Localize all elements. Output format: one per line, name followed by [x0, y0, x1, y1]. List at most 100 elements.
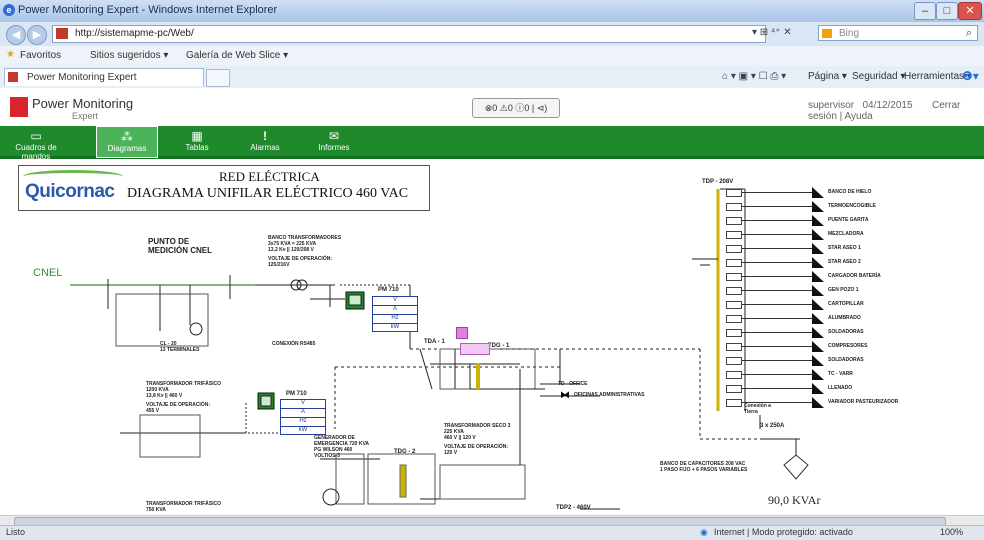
help-icon[interactable]: ❷▾	[962, 69, 979, 83]
nav-diagrams[interactable]: ⁂ Diagramas	[96, 126, 158, 158]
breaker-icon	[726, 287, 742, 295]
zoom-level[interactable]: 100%	[940, 527, 963, 537]
load-label: ALUMBRADO	[828, 315, 861, 321]
load-row[interactable]: CARGADOR BATERÍA	[722, 271, 922, 283]
ie-logo-icon: e	[3, 4, 15, 16]
tda-label: TDA - 1	[424, 339, 445, 345]
load-symbol-icon	[812, 187, 824, 198]
breaker-icon	[726, 385, 742, 393]
bing-icon	[822, 29, 832, 38]
load-row[interactable]: SOLDADORAS	[722, 355, 922, 367]
load-row[interactable]: ALUMBRADO	[722, 313, 922, 325]
search-input[interactable]: Bing	[818, 25, 978, 41]
feeder-line	[742, 248, 812, 249]
kvar-label: 90,0 KVAr	[768, 493, 821, 507]
meter-pink-box[interactable]	[460, 343, 490, 355]
generador-label: GENERADOR DE EMERGENCIA 720 KVA PG WILSO…	[314, 435, 370, 459]
load-label: STAR ASEO 2	[828, 259, 861, 265]
feeder-line	[742, 220, 812, 221]
minimize-button[interactable]: –	[914, 2, 936, 20]
load-row[interactable]: BANCO DE HIELO	[722, 187, 922, 199]
refresh-stop-icon[interactable]: ▾ ⊞ ⁴⁺ ✕	[752, 27, 792, 38]
load-label: COMPRESORES	[828, 343, 868, 349]
load-label: STAR ASEO 1	[828, 245, 861, 251]
url-input[interactable]: http://sistemapme-pc/Web/	[52, 25, 766, 43]
nav-alarms[interactable]: ! Alarmas	[240, 126, 290, 156]
load-symbol-icon	[812, 299, 824, 310]
breaker-icon	[726, 245, 742, 253]
search-icon[interactable]: ⌕	[966, 27, 972, 40]
load-row[interactable]: COMPRESORES	[722, 341, 922, 353]
favorites-item[interactable]: Sitios sugeridos ▾	[90, 50, 168, 61]
load-symbol-icon	[812, 285, 824, 296]
new-tab-button[interactable]	[206, 69, 230, 87]
back-button[interactable]: ◀	[6, 25, 26, 45]
load-row[interactable]: TC - VARR	[722, 369, 922, 381]
load-label: TERMOENCOGIBLE	[828, 203, 876, 209]
nav-reports[interactable]: ✉ Informes	[306, 126, 362, 156]
load-row[interactable]: STAR ASEO 2	[722, 257, 922, 269]
breaker-icon	[726, 343, 742, 351]
command-icons[interactable]: ⌂ ▾ ▣ ▾ ☐ ⎙ ▾	[722, 71, 786, 82]
load-row[interactable]: CARTOPILLAR	[722, 299, 922, 311]
username: supervisor	[808, 100, 855, 111]
breaker-icon	[726, 371, 742, 379]
load-row[interactable]: PUENTE GARITA	[722, 215, 922, 227]
load-symbol-icon	[812, 215, 824, 226]
report-icon: ✉	[328, 129, 340, 143]
meter-pink-icon[interactable]	[456, 327, 468, 339]
favorites-button[interactable]: Favoritos	[20, 50, 61, 61]
load-row[interactable]: MEZCLADORA	[722, 229, 922, 241]
alarm-status-indicators[interactable]: ⊗0 ⚠0 ⓘ0 | ⊲)	[472, 98, 560, 118]
breaker-icon	[726, 259, 742, 267]
maximize-button[interactable]: □	[936, 2, 958, 20]
transformador-trifasico-label: TRANSFORMADOR TRIFÁSICO 1200 KVA 13,8 Kv…	[146, 381, 221, 414]
busbar-tdg1	[476, 363, 480, 389]
load-label: LLENADO	[828, 385, 853, 391]
load-symbol-icon	[812, 327, 824, 338]
load-label: VARIADOR PASTEURIZADOR	[828, 399, 899, 405]
feeder-line	[742, 318, 812, 319]
transformador-bottom-label: TRANSFORMADOR TRIFÁSICO 750 KVA	[146, 501, 221, 513]
load-symbol-icon	[812, 271, 824, 282]
table-icon: ▦	[191, 129, 203, 143]
nav-tables[interactable]: ▦ Tablas	[172, 126, 222, 156]
load-row[interactable]: SOLDADORAS	[722, 327, 922, 339]
close-button[interactable]: ✕	[958, 2, 982, 20]
load-symbol-icon	[812, 229, 824, 240]
help-link[interactable]: Ayuda	[845, 111, 873, 122]
page-menu[interactable]: Página ▾	[808, 71, 847, 82]
feeder-line	[742, 192, 812, 193]
load-row[interactable]: GEN POZO 1	[722, 285, 922, 297]
breaker-3x250-label: 3 x 250A	[760, 423, 785, 429]
punto-medicion-label: PUNTO DE MEDICIÓN CNEL	[148, 237, 212, 255]
load-label: CARGADOR BATERÍA	[828, 273, 881, 279]
window-title: Power Monitoring Expert - Windows Intern…	[18, 4, 278, 16]
browser-tab[interactable]: Power Monitoring Expert	[4, 68, 204, 86]
valve-icon: ⧓	[560, 390, 570, 401]
load-row[interactable]: TERMOENCOGIBLE	[722, 201, 922, 213]
load-label: MEZCLADORA	[828, 231, 864, 237]
load-row[interactable]: STAR ASEO 1	[722, 243, 922, 255]
load-label: CARTOPILLAR	[828, 301, 864, 307]
breaker-icon	[726, 273, 742, 281]
nav-dashboards[interactable]: ▭ Cuadros de mandos	[8, 126, 64, 161]
load-label: SOLDADORAS	[828, 329, 864, 335]
tab-favicon-icon	[8, 72, 18, 82]
globe-icon: ◉	[700, 527, 708, 537]
feeder-line	[742, 276, 812, 277]
security-zone[interactable]: Internet | Modo protegido: activado	[714, 527, 853, 537]
load-row[interactable]: LLENADO	[722, 383, 922, 395]
security-menu[interactable]: Seguridad ▾	[852, 71, 905, 82]
feeder-line	[742, 360, 812, 361]
breaker-icon	[726, 315, 742, 323]
tdg1-label: TDG - 1	[488, 343, 510, 349]
power-meter-b[interactable]: V A Hz kW	[280, 399, 326, 435]
star-icon: ★	[6, 49, 15, 60]
power-meter-a[interactable]: V A Hz kW	[372, 296, 418, 332]
load-label: SOLDADORAS	[828, 357, 864, 363]
forward-button[interactable]: ▶	[27, 25, 47, 45]
favorites-item[interactable]: Galería de Web Slice ▾	[186, 50, 288, 61]
load-symbol-icon	[812, 243, 824, 254]
tdg2-label: TDG - 2	[394, 449, 416, 455]
